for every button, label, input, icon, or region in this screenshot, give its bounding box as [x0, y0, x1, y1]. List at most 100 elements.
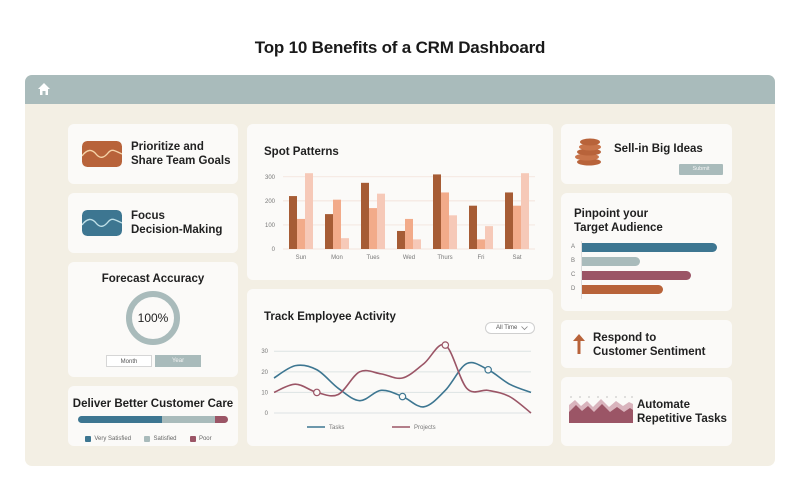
bar [413, 239, 421, 249]
wave-chart-icon [82, 141, 122, 167]
year-button[interactable]: Year [155, 355, 201, 367]
dashboard-header [25, 75, 775, 104]
legend-poor: Poor [189, 436, 212, 442]
page-title: Top 10 Benefits of a CRM Dashboard [254, 38, 546, 57]
x-tick-label: Mon [331, 255, 343, 261]
audience-bar-label: C [571, 272, 576, 278]
legend-label: Projects [414, 425, 436, 431]
legend-very-satisfied: Very Satisfied [85, 436, 131, 442]
forecast-title: Forecast Accuracy [101, 273, 205, 285]
activity-chart: 0 10 20 30 Tasks Projects [261, 341, 532, 431]
bar [377, 193, 385, 249]
target-audience-title: Pinpoint your Target Audience [574, 208, 663, 234]
x-tick-label: Sun [296, 255, 307, 261]
card-target-audience: Pinpoint your Target Audience A B C D [561, 193, 732, 311]
series-line-projects [273, 343, 532, 414]
card-prioritize[interactable]: Prioritize and Share Team Goals [68, 124, 238, 184]
forecast-value: 100% [138, 311, 169, 325]
x-tick-label: Sat [512, 255, 521, 261]
wave-chart-icon [82, 210, 122, 236]
bar [361, 182, 369, 249]
bar [333, 199, 341, 249]
bar [485, 226, 493, 249]
y-tick-label: 100 [265, 223, 276, 229]
legend-satisfied: Satisfied [144, 436, 177, 442]
x-tick-label: Thurs [437, 255, 452, 261]
card-focus[interactable]: Focus Decision-Making [68, 193, 238, 253]
y-tick-label: 200 [265, 199, 276, 205]
audience-bar-label: B [571, 258, 576, 264]
card-forecast-accuracy: Forecast Accuracy 100% Month Year [68, 262, 238, 377]
audience-bars: A B C D [571, 241, 721, 299]
card-track-activity: Track Employee Activity All Time 0 10 20 30… [247, 289, 553, 446]
card-respond[interactable]: Respond to Customer Sentiment [561, 320, 732, 368]
bar [289, 196, 297, 249]
coins-icon [575, 138, 601, 166]
bar [441, 192, 449, 249]
submit-button[interactable]: Submit [679, 164, 723, 175]
bar [505, 192, 513, 249]
bar [469, 205, 477, 249]
track-activity-title: Track Employee Activity [264, 311, 396, 323]
automate-title: Automate Repetitive Tasks [637, 399, 727, 425]
spot-patterns-chart: 0 100 200 300 Sun Mon Tues Wed Thurs Fri Sat [265, 173, 535, 261]
audience-bar-label: D [571, 286, 576, 292]
sell-in-title: Sell-in Big Ideas [614, 143, 703, 155]
respond-title: Respond to Customer Sentiment [593, 332, 706, 358]
y-tick-label: 0 [272, 247, 276, 253]
card-sell-in: Sell-in Big Ideas Submit [561, 124, 732, 184]
bar [433, 174, 441, 249]
bar [305, 173, 313, 249]
bar [477, 239, 485, 249]
time-range-dropdown[interactable]: All Time [485, 322, 535, 334]
y-tick-label: 20 [261, 370, 268, 376]
spot-patterns-title: Spot Patterns [264, 146, 339, 158]
bar [297, 218, 305, 249]
card-title: Decision-Making [131, 224, 223, 236]
segment-poor [214, 416, 228, 423]
satisfaction-bar [78, 416, 228, 423]
card-automate[interactable]: Automate Repetitive Tasks [561, 377, 732, 446]
satisfaction-legend: Very Satisfied Satisfied Poor [68, 429, 238, 447]
bar [341, 238, 349, 249]
segment-satisfied [162, 416, 215, 423]
y-tick-label: 10 [261, 390, 268, 396]
dashboard-frame: Prioritize and Share Team Goals Focus De… [25, 75, 775, 466]
bar [397, 230, 405, 249]
y-tick-label: 0 [265, 411, 269, 417]
audience-bar [582, 243, 717, 252]
y-tick-label: 300 [265, 175, 276, 181]
segment-very-satisfied [78, 416, 162, 423]
audience-bar [582, 257, 641, 266]
data-point-marker[interactable] [441, 341, 450, 349]
arrow-up-icon [573, 334, 585, 354]
bar [405, 218, 413, 249]
card-customer-care: Deliver Better Customer Care Very Satisf… [68, 386, 238, 446]
audience-bar [582, 285, 663, 294]
month-button[interactable]: Month [106, 355, 152, 367]
forecast-donut: 100% [126, 291, 180, 345]
chevron-down-icon [521, 326, 528, 331]
bar [369, 208, 377, 249]
card-title: Focus [131, 210, 165, 222]
legend-label: Tasks [329, 425, 344, 431]
data-point-marker[interactable] [398, 392, 407, 401]
audience-bar [582, 271, 692, 280]
bar [513, 205, 521, 249]
card-title: Share Team Goals [131, 155, 231, 167]
audience-bar-label: A [571, 244, 576, 250]
card-spot-patterns: Spot Patterns 0 100 200 300 Sun Mon Tues Wed Thu… [247, 124, 553, 280]
customer-care-title: Deliver Better Customer Care [72, 398, 234, 410]
bar [449, 215, 457, 249]
y-tick-label: 30 [261, 349, 268, 355]
area-chart-icon [569, 396, 633, 423]
x-tick-label: Wed [403, 255, 415, 261]
data-point-marker[interactable] [484, 365, 492, 374]
x-tick-label: Tues [366, 255, 379, 261]
card-title: Prioritize and [131, 141, 204, 153]
bar [521, 173, 529, 249]
data-point-marker[interactable] [313, 388, 321, 397]
home-icon[interactable] [37, 82, 51, 96]
bar [325, 214, 333, 249]
x-tick-label: Fri [478, 255, 485, 261]
